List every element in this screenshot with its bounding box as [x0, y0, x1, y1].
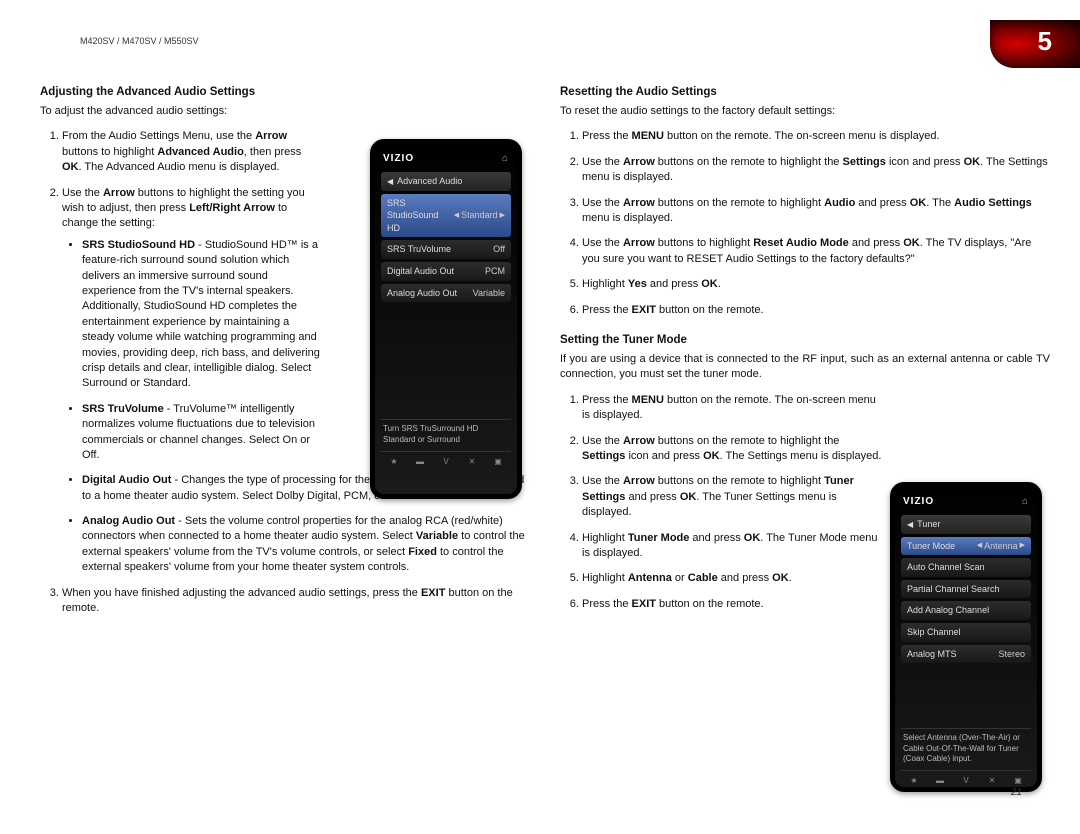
tuner-step-3: Use the Arrow buttons on the remote to h…: [582, 474, 882, 520]
chapter-number: 5: [1038, 26, 1052, 57]
footer-icon: ★: [907, 775, 921, 786]
home-icon: ⌂: [1022, 495, 1029, 509]
footer-icon: ★: [387, 456, 401, 467]
tuner-step-5: Highlight Antenna or Cable and press OK.: [582, 571, 882, 586]
osd-row: Analog MTSStereo: [901, 645, 1031, 664]
heading-adv-audio: Adjusting the Advanced Audio Settings: [40, 84, 530, 100]
osd-help-text: Turn SRS TruSurround HD Standard or Surr…: [381, 419, 511, 451]
footer-icon: ▣: [1011, 775, 1025, 786]
osd-row: SRS TruVolumeOff: [381, 240, 511, 259]
osd-tuner: VIZIO ⌂ ◀ Tuner Tuner Mode◀Antenna▶ Auto …: [890, 482, 1042, 792]
bullet-analog-out: Analog Audio Out - Sets the volume contr…: [82, 514, 530, 576]
footer-icon: V: [439, 456, 453, 467]
home-icon: ⌂: [502, 152, 509, 166]
chevron-right-icon: ▶: [1020, 541, 1025, 551]
intro-adv-audio: To adjust the advanced audio settings:: [40, 104, 530, 119]
reset-step-2: Use the Arrow buttons on the remote to h…: [582, 155, 1050, 186]
tuner-step-6: Press the EXIT button on the remote.: [582, 597, 882, 612]
osd-row: Tuner Mode◀Antenna▶: [901, 537, 1031, 556]
tuner-step-4: Highlight Tuner Mode and press OK. The T…: [582, 531, 882, 562]
osd-brand: VIZIO ⌂: [901, 493, 1031, 515]
osd-footer: ★ ▬ V ✕ ▣: [381, 451, 511, 467]
steps-reset-audio: Press the MENU button on the remote. The…: [560, 129, 1050, 318]
osd-footer: ★ ▬ V ✕ ▣: [901, 770, 1031, 786]
osd-row: Digital Audio OutPCM: [381, 262, 511, 281]
left-column: Adjusting the Advanced Audio Settings To…: [40, 84, 530, 626]
osd-row: Skip Channel: [901, 623, 1031, 642]
osd-breadcrumb: ◀ Tuner: [901, 515, 1031, 534]
heading-tuner-mode: Setting the Tuner Mode: [560, 332, 1050, 348]
footer-icon: V: [959, 775, 973, 786]
osd-help-text: Select Antenna (Over-The-Air) or Cable O…: [901, 728, 1031, 770]
reset-step-3: Use the Arrow buttons on the remote to h…: [582, 196, 1050, 227]
osd-row: Auto Channel Scan: [901, 558, 1031, 577]
footer-icon: ✕: [465, 456, 479, 467]
reset-step-5: Highlight Yes and press OK.: [582, 277, 1050, 292]
intro-reset-audio: To reset the audio settings to the facto…: [560, 104, 1050, 119]
footer-icon: ✕: [985, 775, 999, 786]
header-model: M420SV / M470SV / M550SV: [80, 36, 199, 46]
step-3: When you have finished adjusting the adv…: [62, 586, 522, 617]
page-content: Adjusting the Advanced Audio Settings To…: [40, 84, 1040, 804]
tuner-step-2: Use the Arrow buttons on the remote to h…: [582, 434, 882, 465]
footer-icon: ▬: [413, 456, 427, 467]
tuner-step-1: Press the MENU button on the remote. The…: [582, 393, 882, 424]
osd-row: SRS StudioSound HD◀Standard▶: [381, 194, 511, 238]
chevron-right-icon: ▶: [500, 211, 505, 221]
chevron-left-icon: ◀: [977, 541, 982, 551]
page-number: 21: [1011, 787, 1022, 798]
intro-tuner-mode: If you are using a device that is connec…: [560, 352, 1050, 383]
reset-step-1: Press the MENU button on the remote. The…: [582, 129, 1050, 144]
osd-breadcrumb: ◀ Advanced Audio: [381, 172, 511, 191]
right-column: Resetting the Audio Settings To reset th…: [560, 84, 1050, 622]
osd-brand: VIZIO ⌂: [381, 150, 511, 172]
back-arrow-icon: ◀: [907, 519, 913, 530]
footer-icon: ▣: [491, 456, 505, 467]
chevron-left-icon: ◀: [454, 211, 459, 221]
osd-row: Partial Channel Search: [901, 580, 1031, 599]
osd-row: Analog Audio OutVariable: [381, 284, 511, 303]
reset-step-6: Press the EXIT button on the remote.: [582, 303, 1050, 318]
back-arrow-icon: ◀: [387, 176, 393, 187]
chapter-badge: 5: [990, 20, 1080, 68]
osd-advanced-audio: VIZIO ⌂ ◀ Advanced Audio SRS StudioSound…: [370, 139, 522, 499]
osd-row: Add Analog Channel: [901, 601, 1031, 620]
footer-icon: ▬: [933, 775, 947, 786]
reset-step-4: Use the Arrow buttons to highlight Reset…: [582, 236, 1050, 267]
heading-reset-audio: Resetting the Audio Settings: [560, 84, 1050, 100]
